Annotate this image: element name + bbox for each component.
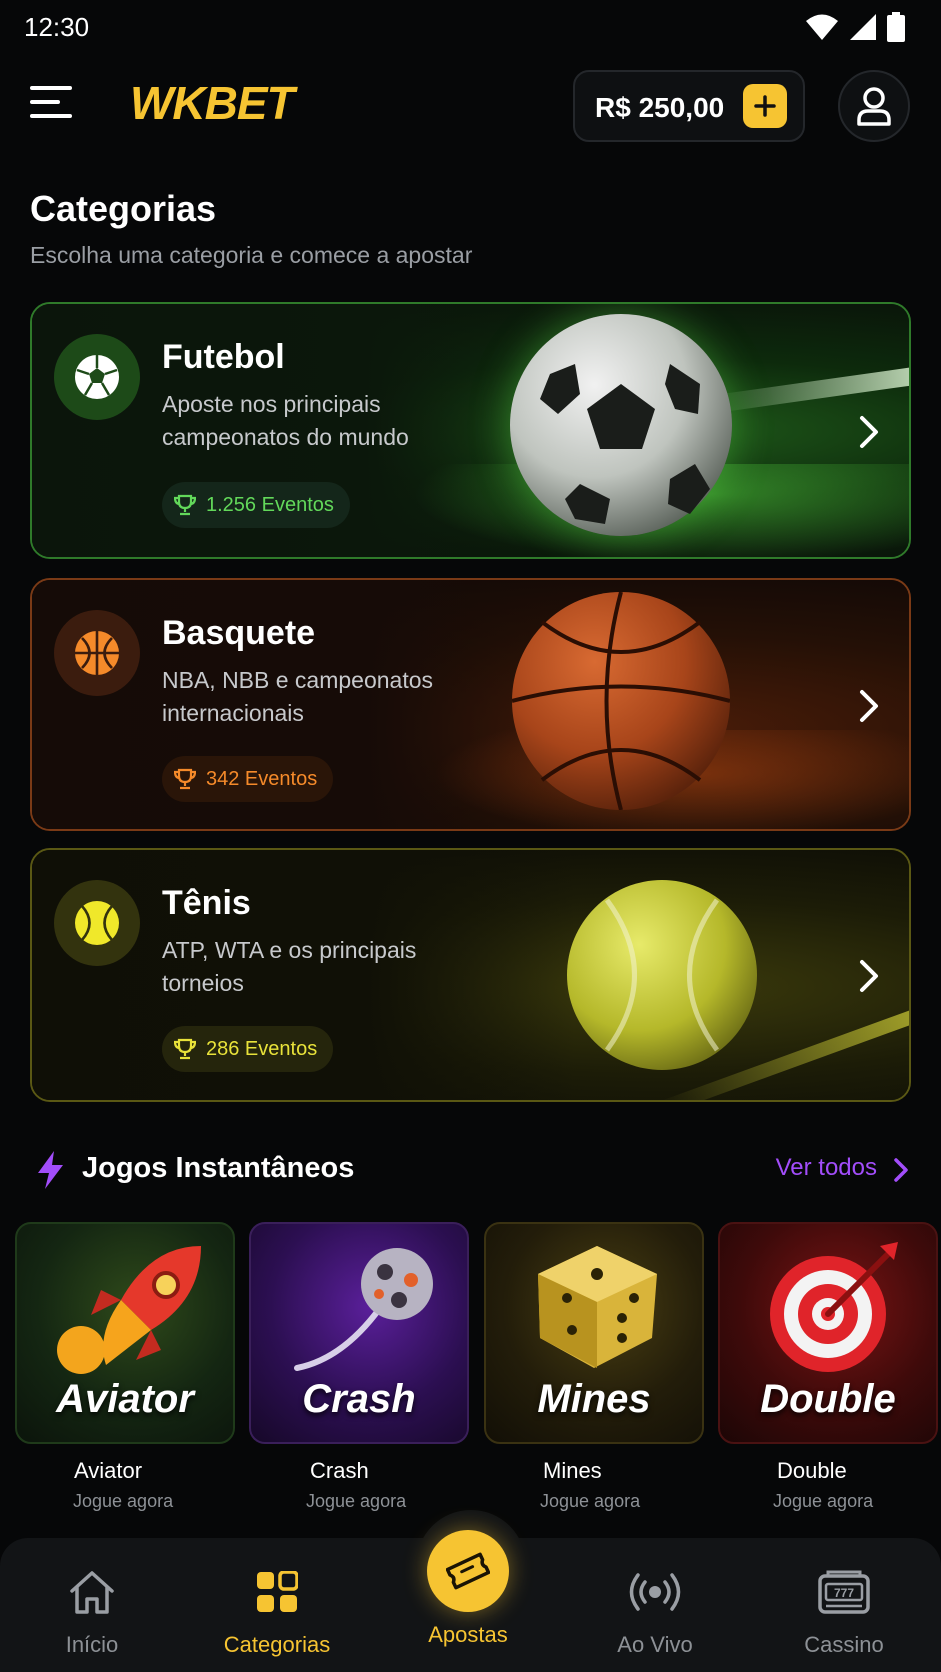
status-icons <box>805 12 905 42</box>
nav-item-ao-vivo[interactable]: Ao Vivo <box>575 1566 735 1658</box>
nav-item-apostas[interactable]: Apostas <box>388 1622 548 1648</box>
signal-icon <box>850 14 876 40</box>
futebol-icon-badge <box>54 334 140 420</box>
tennis-ball-image <box>567 880 757 1070</box>
events-count: 1.256 Eventos <box>206 493 334 516</box>
chevron-right-icon <box>860 416 878 448</box>
chevron-right-icon[interactable] <box>893 1157 909 1183</box>
events-count: 342 Eventos <box>206 767 318 790</box>
user-icon <box>857 87 891 126</box>
category-title: Tênis <box>162 884 251 922</box>
trophy-icon <box>174 768 196 790</box>
battery-icon <box>887 12 905 42</box>
game-card-crash[interactable]: Crash <box>249 1222 469 1444</box>
nav-item-categorias[interactable]: Categorias <box>197 1566 357 1658</box>
game-cta: Jogue agora <box>73 1491 174 1511</box>
menu-icon <box>30 86 72 90</box>
nav-label: Início <box>65 1632 119 1657</box>
game-cta: Jogue agora <box>306 1491 407 1511</box>
category-card-tenis[interactable]: Tênis ATP, WTA e os principais torneios … <box>30 848 911 1102</box>
nav-item-apostas-button[interactable] <box>427 1530 509 1612</box>
nav-label: Ao Vivo <box>617 1632 693 1657</box>
game-tile-title: Double <box>760 1377 896 1421</box>
trophy-icon <box>174 1038 196 1060</box>
svg-text:777: 777 <box>834 1586 854 1600</box>
game-tile-title: Mines <box>537 1377 651 1421</box>
soccer-ball-icon <box>75 355 119 399</box>
nav-item-inicio[interactable]: Início <box>12 1566 172 1658</box>
wifi-icon <box>806 14 838 40</box>
nav-label: Categorias <box>223 1632 331 1657</box>
basketball-icon <box>75 631 119 675</box>
basquete-icon-badge <box>54 610 140 696</box>
chevron-right-icon <box>860 960 878 992</box>
category-description: ATP, WTA e os principais torneios <box>162 937 417 996</box>
brand-logo[interactable]: WKBET <box>130 76 295 130</box>
lightning-icon <box>38 1151 63 1189</box>
nav-item-cassino[interactable]: 777 Cassino <box>764 1566 924 1658</box>
dice-icon <box>538 1246 657 1368</box>
game-card-mines[interactable]: Mines <box>484 1222 704 1444</box>
balance-button[interactable]: R$ 250,00 <box>573 70 805 142</box>
see-all-link[interactable]: Ver todos <box>776 1154 877 1182</box>
tenis-icon-badge <box>54 880 140 966</box>
events-badge: 342 Eventos <box>162 756 334 802</box>
game-name: Aviator <box>74 1458 143 1483</box>
ticket-icon <box>446 1552 490 1590</box>
rocket-icon <box>57 1246 201 1374</box>
category-description: NBA, NBB e campeonatos internacionais <box>162 667 434 726</box>
crash-ball-icon <box>294 1248 433 1371</box>
balance-amount: R$ 250,00 <box>595 92 725 123</box>
chevron-right-icon <box>860 690 878 722</box>
category-card-futebol[interactable]: Futebol Aposte nos principais campeonato… <box>30 302 911 559</box>
grid-icon <box>257 1571 298 1612</box>
status-time: 12:30 <box>24 12 90 42</box>
categories-title: Categorias <box>30 188 217 229</box>
soccer-ball-image <box>510 314 732 536</box>
profile-button[interactable] <box>838 70 910 142</box>
instant-games-title: Jogos Instantâneos <box>82 1152 355 1184</box>
nav-label: Apostas <box>428 1622 508 1647</box>
instant-games-header: Jogos Instantâneos Ver todos <box>30 1148 911 1192</box>
deposit-button[interactable] <box>743 84 787 128</box>
game-name: Mines <box>543 1458 602 1483</box>
events-badge: 1.256 Eventos <box>162 482 350 528</box>
category-title: Futebol <box>162 338 285 376</box>
game-cta: Jogue agora <box>540 1491 641 1511</box>
plus-icon <box>754 95 776 117</box>
category-description: Aposte nos principais campeonatos do mun… <box>162 391 409 450</box>
category-title: Basquete <box>162 614 316 652</box>
game-name: Double <box>777 1458 847 1483</box>
categories-subtitle: Escolha uma categoria e comece a apostar <box>30 242 473 268</box>
home-icon <box>70 1571 114 1614</box>
game-cta: Jogue agora <box>773 1491 874 1511</box>
game-card-aviator[interactable]: Aviator <box>15 1222 235 1444</box>
game-tile-title: Crash <box>302 1377 416 1421</box>
menu-button[interactable] <box>30 86 74 126</box>
nav-label: Cassino <box>804 1632 884 1657</box>
game-card-double[interactable]: Double <box>718 1222 938 1444</box>
trophy-icon <box>174 494 196 516</box>
events-count: 286 Eventos <box>206 1037 318 1060</box>
live-icon <box>629 1573 681 1611</box>
app-header: WKBET R$ 250,00 <box>0 66 941 146</box>
events-badge: 286 Eventos <box>162 1026 334 1072</box>
slot-machine-icon: 777 <box>818 1570 870 1614</box>
tennis-ball-icon <box>75 901 119 945</box>
category-card-basquete[interactable]: Basquete NBA, NBB e campeonatos internac… <box>30 578 911 831</box>
target-icon <box>770 1242 898 1372</box>
status-bar: 12:30 <box>0 0 941 54</box>
basketball-image <box>512 592 730 810</box>
game-name: Crash <box>310 1458 369 1483</box>
game-tile-title: Aviator <box>56 1377 194 1421</box>
